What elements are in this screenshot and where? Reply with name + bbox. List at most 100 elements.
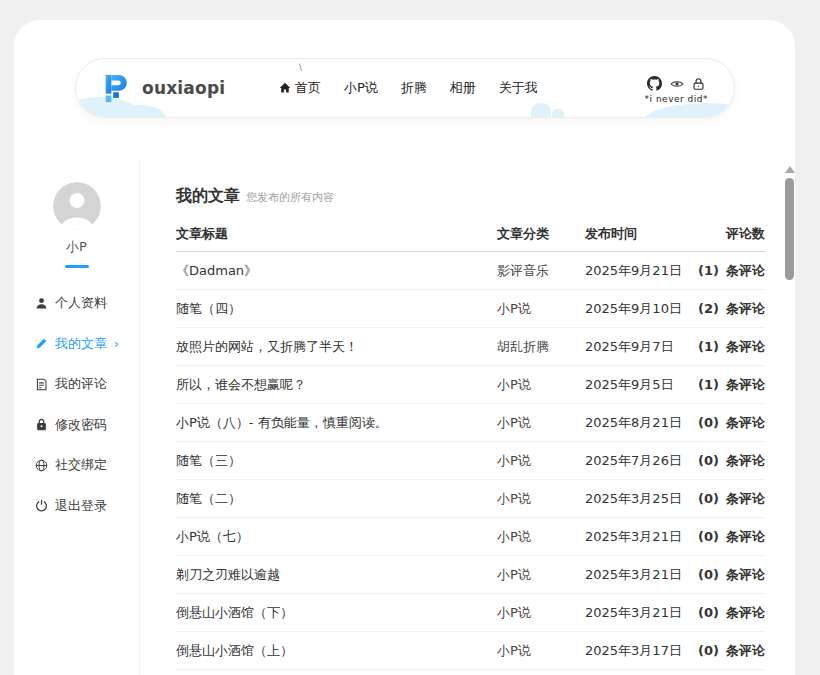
comment-label: 条评论 <box>726 339 765 354</box>
logout-icon <box>35 499 48 512</box>
article-title[interactable]: 倒悬山小酒馆（上） <box>176 642 497 660</box>
header-title: 文章标题 <box>176 225 497 243</box>
article-title[interactable]: 随笔（四） <box>176 300 497 318</box>
article-title[interactable]: 小P说（八）- 有负能量，慎重阅读。 <box>176 414 497 432</box>
password-icon <box>35 418 48 431</box>
article-comments[interactable]: (0)条评论 <box>690 528 765 546</box>
cloud-decoration <box>552 109 564 117</box>
article-date: 2025年8月21日 <box>585 414 690 432</box>
nav-item-4[interactable]: 关于我 <box>499 79 538 97</box>
article-comments[interactable]: (0) 条评论 <box>690 452 765 470</box>
article-category: 小P说 <box>497 528 585 546</box>
article-category: 小P说 <box>497 604 585 622</box>
title-row: 我的文章 您发布的所有内容 <box>176 186 765 207</box>
sidebar-item-0[interactable]: 个人资料 <box>14 283 139 324</box>
sidebar-item-label: 个人资料 <box>55 294 107 312</box>
lock-icon[interactable] <box>692 77 705 91</box>
comment-label: 条评论 <box>726 643 765 658</box>
article-date: 2025年3月25日 <box>585 490 690 508</box>
nav-item-2[interactable]: 折腾 <box>401 79 427 97</box>
nav-item-1[interactable]: 小P说 <box>344 79 378 97</box>
article-date: 2025年9月5日 <box>585 376 690 394</box>
table-row: 随笔（三）小P说2025年7月26日(0)条评论 <box>176 442 765 480</box>
article-comments[interactable]: (0)条评论 <box>690 566 765 584</box>
sidebar-item-5[interactable]: 退出登录 <box>14 486 139 527</box>
article-category: 小P说 <box>497 490 585 508</box>
article-category: 小P说 <box>497 414 585 432</box>
comment-label: 条评论 <box>726 263 765 278</box>
pen-icon <box>35 337 48 350</box>
comment-count: (0) <box>698 491 719 506</box>
sidebar-item-label: 社交绑定 <box>55 456 107 474</box>
article-category: 影评音乐 <box>497 262 585 280</box>
nav-item-3[interactable]: 相册 <box>450 79 476 97</box>
sidebar-menu: 个人资料我的文章 › 我的评论修改密码社交绑定退出登录 <box>14 283 139 526</box>
nav-item-0[interactable]: 首页 <box>279 79 321 97</box>
header-date: 发布时间 <box>585 225 690 243</box>
sidebar-item-4[interactable]: 社交绑定 <box>14 445 139 486</box>
article-category: 小P说 <box>497 566 585 584</box>
logo-icon <box>101 73 132 104</box>
github-icon[interactable] <box>647 76 662 91</box>
scrollbar-up-arrow[interactable] <box>785 166 795 173</box>
table-row: 倒悬山小酒馆（上）小P说2025年3月17日(0)条评论 <box>176 632 765 670</box>
nav-icons <box>647 76 705 91</box>
comment-count: (2) <box>698 301 719 316</box>
eye-icon[interactable] <box>670 77 684 91</box>
brand[interactable]: ouxiaopi <box>101 73 225 104</box>
article-title[interactable]: 所以，谁会不想赢呢？ <box>176 376 497 394</box>
article-category: 胡乱折腾 <box>497 338 585 356</box>
article-comments[interactable]: (1) 条评论 <box>690 338 765 356</box>
article-category: 小P说 <box>497 642 585 660</box>
scrollbar-thumb[interactable] <box>785 178 794 280</box>
article-title[interactable]: 随笔（三） <box>176 452 497 470</box>
nav-item-label: 关于我 <box>499 79 538 97</box>
accent-divider <box>65 265 89 268</box>
main-panel: 我的文章 您发布的所有内容 文章标题 文章分类 发布时间 评论数 《Dadman… <box>140 160 795 675</box>
sidebar-item-label: 修改密码 <box>55 416 107 434</box>
nav-item-label: 折腾 <box>401 79 427 97</box>
article-date: 2025年9月21日 <box>585 262 690 280</box>
table-row: 放照片的网站，又折腾了半天！胡乱折腾2025年9月7日(1)条评论 <box>176 328 765 366</box>
article-date: 2025年3月17日 <box>585 642 690 660</box>
sidebar-item-2[interactable]: 我的评论 <box>14 364 139 405</box>
nav-item-label: 小P说 <box>344 79 378 97</box>
article-title[interactable]: 随笔（二） <box>176 490 497 508</box>
main-card: ⌇ ouxiaopi 首页小P说折腾相册关于我 <box>14 20 795 675</box>
username: 小P <box>66 238 87 256</box>
sidebar-item-1[interactable]: 我的文章 › <box>14 324 139 365</box>
comment-count: (1) <box>698 377 719 392</box>
comment-count: (0) <box>698 453 719 468</box>
table-row: 剃刀之刃难以逾越小P说2025年3月21日(0)条评论 <box>176 556 765 594</box>
article-category: 小P说 <box>497 452 585 470</box>
article-comments[interactable]: (1)条评论 <box>690 376 765 394</box>
sidebar-item-label: 我的文章 <box>55 335 107 353</box>
article-comments[interactable]: (0)条评论 <box>690 604 765 622</box>
nav-items: 首页 小P说 折腾 相册 关于我 <box>279 59 538 117</box>
chevron-right-icon: › <box>114 336 119 351</box>
nav-item-label: 首页 <box>295 79 321 97</box>
article-category: 小P说 <box>497 376 585 394</box>
article-title[interactable]: 剃刀之刃难以逾越 <box>176 566 497 584</box>
comment-count: (0) <box>698 415 719 430</box>
home-icon <box>279 82 291 94</box>
article-comments[interactable]: (0)条评论 <box>690 490 765 508</box>
comment-count: (1) <box>698 339 719 354</box>
comment-label: 条评论 <box>726 453 765 468</box>
article-title[interactable]: 《Dadman》 <box>176 262 497 280</box>
comment-count: (1) <box>698 263 719 278</box>
article-title[interactable]: 小P说（七） <box>176 528 497 546</box>
article-comments[interactable]: (0)条评论 <box>690 642 765 660</box>
article-title[interactable]: 倒悬山小酒馆（下） <box>176 604 497 622</box>
article-title[interactable]: 放照片的网站，又折腾了半天！ <box>176 338 497 356</box>
article-comments[interactable]: (2)条评论 <box>690 300 765 318</box>
sidebar-item-3[interactable]: 修改密码 <box>14 405 139 446</box>
table-row: 倒悬山小酒馆（下）小P说2025年3月21日(0)条评论 <box>176 594 765 632</box>
table-row: 随笔（二）小P说2025年3月25日(0)条评论 <box>176 480 765 518</box>
comment-count: (0) <box>698 567 719 582</box>
table-row: 所以，谁会不想赢呢？小P说2025年9月5日(1)条评论 <box>176 366 765 404</box>
comment-label: 条评论 <box>726 529 765 544</box>
article-comments[interactable]: (0)条评论 <box>690 414 765 432</box>
table-row: 随笔（四）小P说2025年9月10日(2)条评论 <box>176 290 765 328</box>
article-comments[interactable]: (1) 条评论 <box>690 262 765 280</box>
